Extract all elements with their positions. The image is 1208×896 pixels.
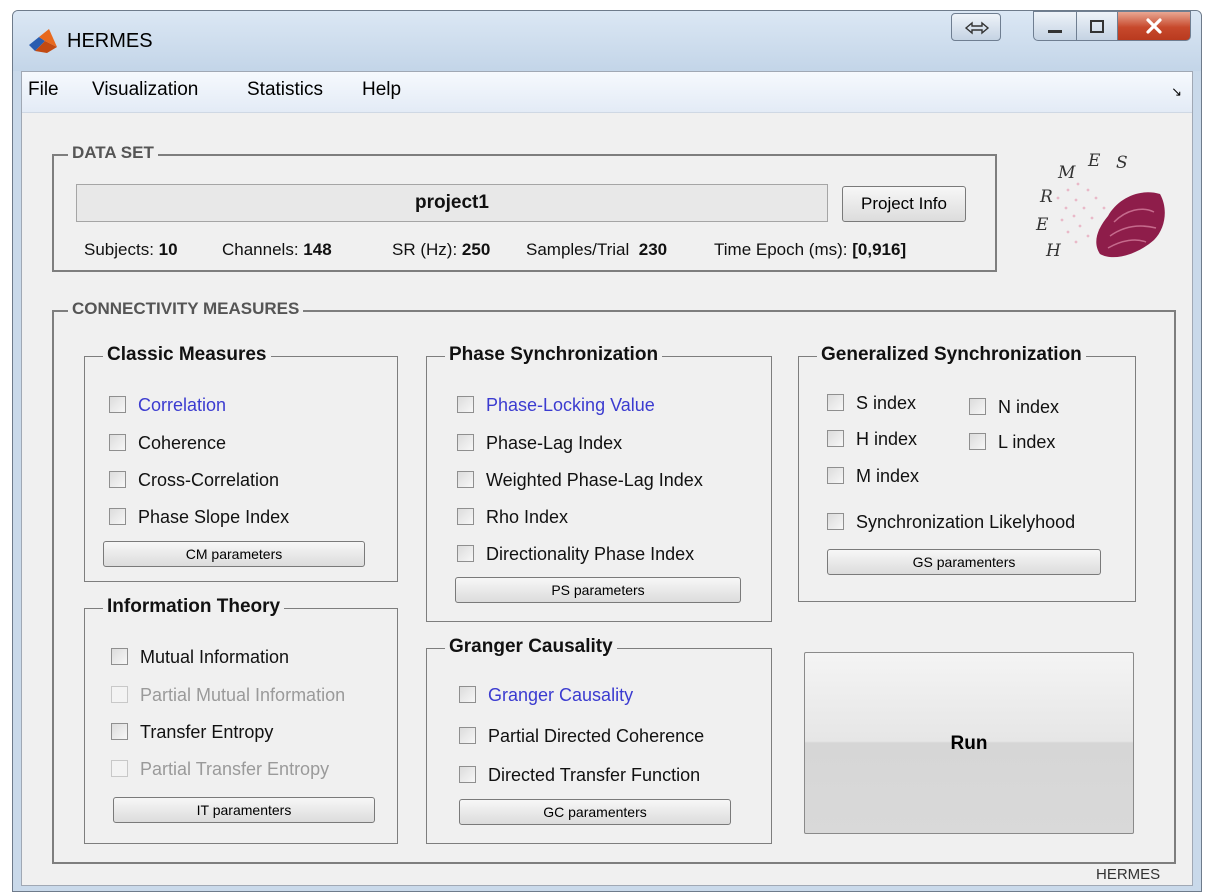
double-arrow-icon [964,21,990,35]
figure-client-area: File Visualization Statistics Help ↘ DAT… [21,71,1193,886]
phase-locking-value-checkbox[interactable]: Phase-Locking Value [457,395,655,416]
directionality-phase-index-checkbox[interactable]: Directionality Phase Index [457,544,694,565]
rho-index-checkbox[interactable]: Rho Index [457,507,568,528]
dataset-panel-title: DATA SET [68,143,158,163]
m-index-checkbox[interactable]: M index [827,466,919,487]
swap-window-button[interactable] [951,13,1001,41]
granger-causality-title: Granger Causality [445,636,617,658]
hermes-logo: H E R M E S [1035,151,1165,261]
logo-letter-m: M [1057,163,1076,183]
it-parameters-button[interactable]: IT paramenters [113,797,375,823]
mutual-information-checkbox[interactable]: Mutual Information [111,647,289,668]
granger-causality-group: Granger Causality Granger Causality Part… [426,636,772,844]
samples-per-trial-stat: Samples/Trial 230 [526,240,668,259]
menu-file[interactable]: File [28,79,59,101]
logo-letter-s: S [1116,153,1128,173]
logo-letter-e2: E [1087,151,1101,171]
phase-slope-index-checkbox[interactable]: Phase Slope Index [109,507,289,528]
information-theory-title: Information Theory [103,596,285,618]
minimize-button[interactable] [1033,11,1077,41]
h-index-checkbox[interactable]: H index [827,429,917,450]
l-index-checkbox[interactable]: L index [969,432,1055,453]
title-bar[interactable]: HERMES [13,11,1201,71]
time-epoch-stat: Time Epoch (ms): [0,916] [714,240,907,259]
menu-visualization[interactable]: Visualization [92,79,198,101]
footer-hermes-label: HERMES [1096,866,1161,883]
cm-parameters-button[interactable]: CM parameters [103,541,365,567]
generalized-synchronization-group: Generalized Synchronization S index N in… [798,344,1136,602]
menu-statistics[interactable]: Statistics [247,79,323,101]
classic-measures-title: Classic Measures [103,344,271,366]
gc-parameters-button[interactable]: GC paramenters [459,799,731,825]
menu-bar: File Visualization Statistics Help ↘ [22,72,1192,113]
app-window: HERMES File Visualization Statistics Hel… [12,10,1202,892]
cross-correlation-checkbox[interactable]: Cross-Correlation [109,470,279,491]
sample-rate-stat: SR (Hz): 250 [392,240,491,259]
subjects-stat: Subjects: 10 [84,240,178,259]
classic-measures-group: Classic Measures Correlation Coherence C… [84,344,398,582]
project-name-field: project1 [76,184,828,222]
weighted-phase-lag-index-checkbox[interactable]: Weighted Phase-Lag Index [457,470,703,491]
coherence-checkbox[interactable]: Coherence [109,433,226,454]
close-button[interactable] [1117,11,1191,41]
phase-synchronization-group: Phase Synchronization Phase-Locking Valu… [426,344,772,622]
matlab-logo-icon [29,29,57,53]
dataset-panel: DATA SET project1 Project Info Subjects:… [52,143,997,272]
partial-mutual-information-checkbox[interactable]: Partial Mutual Information [111,685,345,706]
ps-parameters-button[interactable]: PS parameters [455,577,741,603]
generalized-synchronization-title: Generalized Synchronization [817,344,1086,366]
close-icon [1146,18,1162,34]
partial-directed-coherence-checkbox[interactable]: Partial Directed Coherence [459,726,704,747]
transfer-entropy-checkbox[interactable]: Transfer Entropy [111,722,273,743]
directed-transfer-function-checkbox[interactable]: Directed Transfer Function [459,765,700,786]
window-title: HERMES [67,30,153,52]
s-index-checkbox[interactable]: S index [827,393,916,414]
n-index-checkbox[interactable]: N index [969,397,1059,418]
connectivity-panel: CONNECTIVITY MEASURES Classic Measures C… [52,299,1176,864]
phase-lag-index-checkbox[interactable]: Phase-Lag Index [457,433,622,454]
maximize-button[interactable] [1076,11,1118,41]
logo-letter-e1: E [1035,215,1049,235]
run-button[interactable]: Run [804,652,1134,834]
channels-stat: Channels: 148 [222,240,332,259]
partial-transfer-entropy-checkbox[interactable]: Partial Transfer Entropy [111,759,329,780]
project-info-button[interactable]: Project Info [842,186,966,222]
granger-causality-checkbox[interactable]: Granger Causality [459,685,633,706]
synchronization-likelyhood-checkbox[interactable]: Synchronization Likelyhood [827,512,1075,533]
connectivity-panel-title: CONNECTIVITY MEASURES [68,299,304,319]
toolbar-toggle-arrow-icon[interactable]: ↘ [1171,84,1182,100]
logo-letter-h: H [1045,241,1062,261]
information-theory-group: Information Theory Mutual Information Pa… [84,596,398,844]
maximize-icon [1090,20,1104,33]
minimize-icon [1048,30,1062,33]
phase-synchronization-title: Phase Synchronization [445,344,663,366]
menu-help[interactable]: Help [362,79,401,101]
gs-parameters-button[interactable]: GS paramenters [827,549,1101,575]
logo-letter-r: R [1039,187,1053,207]
correlation-checkbox[interactable]: Correlation [109,395,226,416]
